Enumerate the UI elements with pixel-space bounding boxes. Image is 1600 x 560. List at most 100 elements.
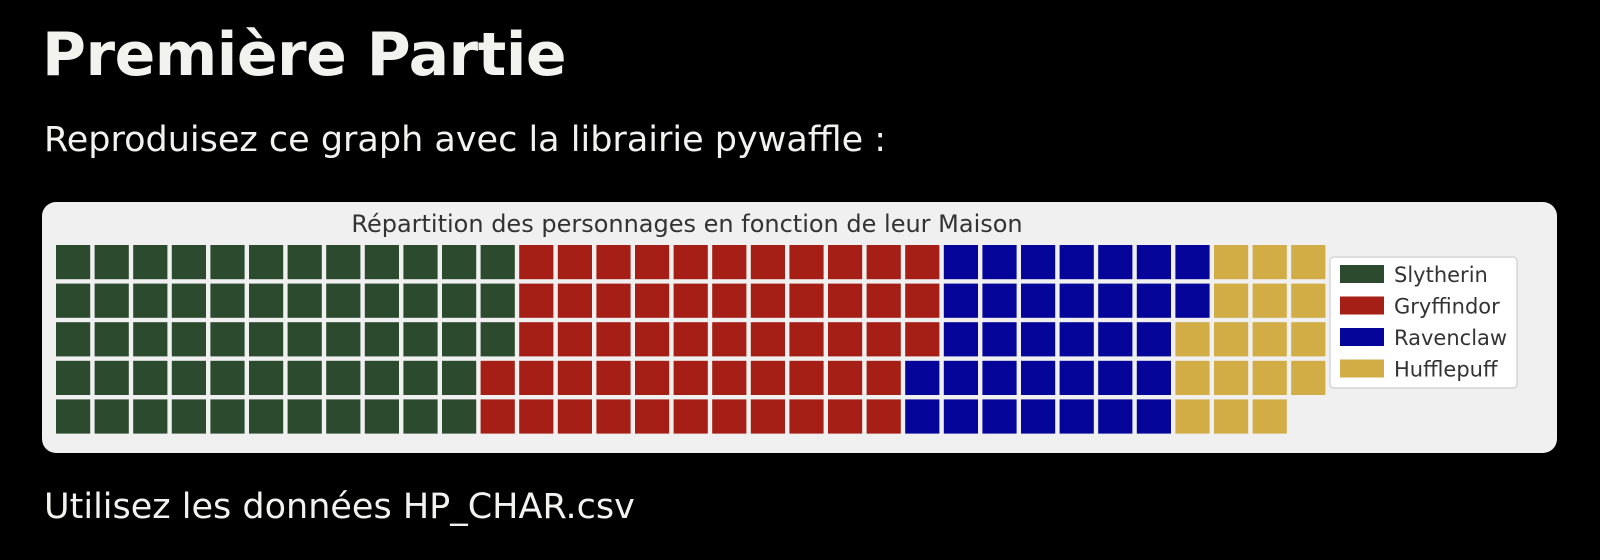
waffle-cell-gryffindor — [519, 283, 554, 318]
waffle-cell-gryffindor — [866, 245, 901, 280]
waffle-cell-gryffindor — [866, 322, 901, 357]
waffle-chart: Répartition des personnages en fonction … — [56, 210, 1518, 434]
waffle-cell-gryffindor — [828, 360, 863, 395]
waffle-cell-ravenclaw — [1098, 399, 1133, 434]
waffle-cell-ravenclaw — [1021, 322, 1056, 357]
waffle-cell-hufflepuff — [1214, 245, 1249, 280]
waffle-cell-gryffindor — [635, 245, 670, 280]
waffle-cell-ravenclaw — [1175, 245, 1210, 280]
waffle-cell-slytherin — [210, 322, 245, 357]
waffle-cell-hufflepuff — [1175, 399, 1210, 434]
waffle-cell-ravenclaw — [1098, 360, 1133, 395]
instruction-text: Reproduisez ce graph avec la librairie p… — [44, 120, 887, 160]
footer-text: Utilisez les données HP_CHAR.csv — [44, 487, 635, 527]
waffle-cell-ravenclaw — [1059, 245, 1094, 280]
waffle-cell-ravenclaw — [1136, 245, 1171, 280]
waffle-cell-slytherin — [403, 360, 438, 395]
waffle-cell-gryffindor — [828, 399, 863, 434]
waffle-cell-slytherin — [133, 399, 168, 434]
waffle-cell-gryffindor — [673, 360, 708, 395]
waffle-cell-slytherin — [480, 283, 515, 318]
waffle-cell-hufflepuff — [1252, 245, 1287, 280]
waffle-cell-gryffindor — [557, 245, 592, 280]
waffle-cell-slytherin — [94, 245, 129, 280]
waffle-cell-slytherin — [210, 245, 245, 280]
waffle-cell-hufflepuff — [1175, 360, 1210, 395]
waffle-cell-gryffindor — [557, 399, 592, 434]
waffle-cell-gryffindor — [750, 283, 785, 318]
waffle-cell-gryffindor — [905, 245, 940, 280]
waffle-cell-slytherin — [249, 399, 284, 434]
waffle-cell-ravenclaw — [1059, 360, 1094, 395]
waffle-cell-slytherin — [480, 245, 515, 280]
waffle-cell-slytherin — [442, 283, 477, 318]
waffle-cell-hufflepuff — [1291, 245, 1326, 280]
waffle-cell-gryffindor — [519, 360, 554, 395]
waffle-cell-gryffindor — [789, 322, 824, 357]
chart-legend: Slytherin Gryffindor Ravenclaw Hufflepuff — [1329, 256, 1518, 389]
waffle-cell-gryffindor — [480, 360, 515, 395]
waffle-cell-gryffindor — [596, 322, 631, 357]
waffle-cell-slytherin — [133, 360, 168, 395]
waffle-cell-ravenclaw — [1136, 322, 1171, 357]
waffle-cell-slytherin — [133, 322, 168, 357]
legend-swatch-gryffindor — [1340, 296, 1384, 315]
waffle-cell-gryffindor — [557, 360, 592, 395]
waffle-cell-gryffindor — [596, 360, 631, 395]
waffle-cell-slytherin — [56, 283, 91, 318]
waffle-cell-slytherin — [249, 283, 284, 318]
waffle-cell-gryffindor — [480, 399, 515, 434]
waffle-cell-gryffindor — [750, 245, 785, 280]
waffle-cell-ravenclaw — [982, 322, 1017, 357]
waffle-cell-slytherin — [403, 322, 438, 357]
waffle-cell-gryffindor — [789, 283, 824, 318]
waffle-cell-gryffindor — [673, 283, 708, 318]
waffle-cell-gryffindor — [596, 245, 631, 280]
waffle-cell-ravenclaw — [1021, 283, 1056, 318]
waffle-cell-gryffindor — [750, 399, 785, 434]
waffle-cell-ravenclaw — [1021, 360, 1056, 395]
waffle-cell-slytherin — [249, 245, 284, 280]
waffle-cell-slytherin — [56, 245, 91, 280]
waffle-cell-hufflepuff — [1252, 360, 1287, 395]
waffle-cell-gryffindor — [750, 360, 785, 395]
waffle-cell-gryffindor — [866, 399, 901, 434]
waffle-cell-gryffindor — [519, 245, 554, 280]
waffle-cell-slytherin — [326, 322, 361, 357]
waffle-cell-slytherin — [326, 245, 361, 280]
waffle-cell-gryffindor — [789, 399, 824, 434]
waffle-cell-ravenclaw — [943, 322, 978, 357]
waffle-cell-slytherin — [326, 399, 361, 434]
waffle-cell-slytherin — [94, 322, 129, 357]
legend-label-gryffindor: Gryffindor — [1394, 295, 1500, 319]
waffle-cell-hufflepuff — [1252, 322, 1287, 357]
waffle-cell-slytherin — [403, 245, 438, 280]
waffle-cell-gryffindor — [866, 360, 901, 395]
waffle-cell-slytherin — [403, 399, 438, 434]
waffle-cell-slytherin — [210, 283, 245, 318]
waffle-cell-gryffindor — [596, 283, 631, 318]
waffle-cell-slytherin — [249, 360, 284, 395]
waffle-cell-slytherin — [171, 283, 206, 318]
waffle-cell-ravenclaw — [982, 283, 1017, 318]
waffle-cell-ravenclaw — [1175, 283, 1210, 318]
waffle-cell-slytherin — [364, 399, 399, 434]
waffle-cell-gryffindor — [635, 283, 670, 318]
waffle-cells — [56, 245, 1326, 434]
page-title: Première Partie — [42, 20, 567, 90]
waffle-cell-gryffindor — [596, 399, 631, 434]
waffle-cell-slytherin — [249, 322, 284, 357]
legend-label-slytherin: Slytherin — [1394, 263, 1488, 287]
waffle-cell-gryffindor — [828, 283, 863, 318]
waffle-cell-slytherin — [133, 245, 168, 280]
waffle-cell-gryffindor — [905, 322, 940, 357]
waffle-cell-slytherin — [442, 245, 477, 280]
waffle-cell-gryffindor — [635, 360, 670, 395]
legend-label-ravenclaw: Ravenclaw — [1394, 326, 1507, 350]
waffle-cell-ravenclaw — [1098, 322, 1133, 357]
waffle-cell-ravenclaw — [1059, 322, 1094, 357]
waffle-cell-hufflepuff — [1291, 322, 1326, 357]
waffle-cell-gryffindor — [828, 245, 863, 280]
waffle-cell-slytherin — [442, 322, 477, 357]
waffle-cell-ravenclaw — [982, 245, 1017, 280]
